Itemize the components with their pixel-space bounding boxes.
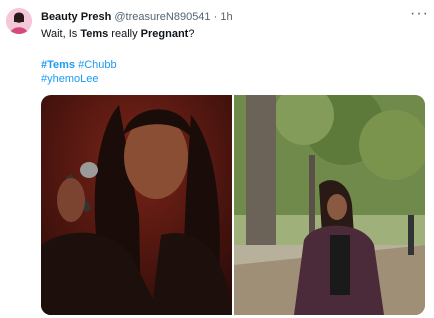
hashtag-link[interactable]: #Chubb: [78, 59, 117, 71]
hashtag-link[interactable]: #Tems: [41, 59, 75, 71]
media-image-park[interactable]: [234, 95, 425, 315]
hashtag-row: #Tems #Chubb: [41, 59, 117, 71]
tweet-media: [41, 95, 425, 315]
tweet-text-part: ?: [188, 28, 195, 40]
tweet-text: Wait, Is Tems really Pregnant?: [41, 28, 194, 40]
separator-dot: ·: [213, 11, 218, 23]
user-avatar[interactable]: [6, 8, 32, 34]
hashtag-link[interactable]: #yhemoLee: [41, 73, 99, 85]
more-options-icon[interactable]: ···: [410, 6, 429, 22]
author-name[interactable]: Beauty Presh: [41, 11, 111, 23]
author-handle[interactable]: @treasureN890541: [114, 11, 210, 23]
tweet-text-part: really: [108, 28, 141, 40]
tweet-timestamp[interactable]: 1h: [220, 11, 232, 23]
hashtag-row: #yhemoLee: [41, 73, 99, 85]
tweet-text-bold-pregnant: Pregnant: [140, 28, 189, 40]
tweet-header: Beauty Presh @treasureN890541 · 1h: [41, 11, 233, 23]
tweet-text-part: Wait, Is: [41, 28, 81, 40]
media-image-singer[interactable]: [41, 95, 232, 315]
tweet-text-bold-tems: Tems: [80, 28, 109, 40]
